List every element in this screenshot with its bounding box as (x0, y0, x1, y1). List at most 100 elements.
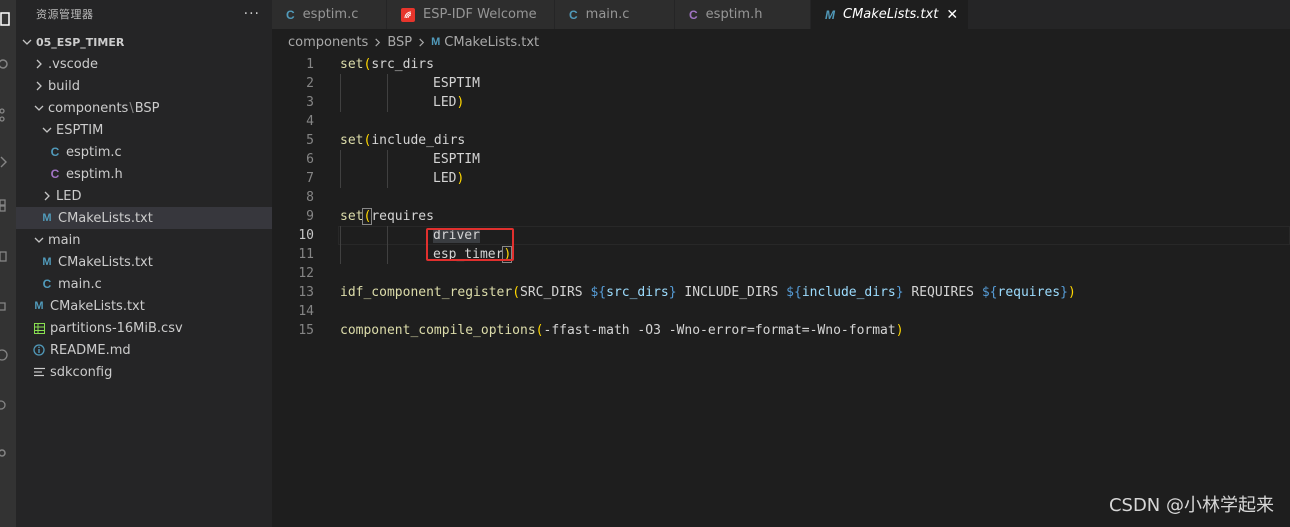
line-number: 14 (298, 304, 314, 319)
line-code: component_compile_options(-ffast-math -O… (340, 321, 904, 340)
chevron-right-icon[interactable] (32, 79, 46, 93)
code-line[interactable]: 1 set(src_dirs (272, 55, 1290, 74)
code-token: INCLUDE_DIRS (676, 285, 787, 300)
run-debug-icon[interactable] (0, 155, 16, 169)
breadcrumb: components BSP M CMakeLists.txt (272, 29, 1290, 55)
tree-file-cmakelists-txt[interactable]: M CMakeLists.txt (16, 251, 272, 273)
tree-file-cmakelists-txt[interactable]: M CMakeLists.txt (16, 207, 272, 229)
code-line[interactable]: 2 ESPTIM (272, 74, 1290, 93)
code-line[interactable]: 11 esp_timer) (272, 245, 1290, 264)
line-number: 15 (298, 323, 314, 338)
tree-item-label: .vscode (48, 56, 98, 72)
tree-file-cmakelists-txt[interactable]: M CMakeLists.txt (16, 295, 272, 317)
code-editor[interactable]: 1 set(src_dirs 2 ESPTIM 3 LED) 4 5 set(include_d… (272, 55, 1290, 340)
code-line[interactable]: 5 set(include_dirs (272, 131, 1290, 150)
cmake-file-icon: M (34, 300, 44, 312)
chevron-right-icon[interactable] (40, 189, 54, 203)
code-token: ( (535, 323, 544, 338)
tree-file-partitions-16mib-csv[interactable]: partitions-16MiB.csv (16, 317, 272, 339)
explorer-header: 资源管理器 ··· (16, 0, 272, 28)
esp-idf-icon[interactable] (0, 348, 16, 362)
watermark: CSDN @小林学起来 (1108, 495, 1274, 516)
indent-guide (340, 245, 341, 264)
code-line[interactable]: 6 ESPTIM (272, 150, 1290, 169)
tree-item-label: README.md (50, 342, 131, 358)
source-control-icon[interactable] (0, 108, 16, 122)
code-line[interactable]: 8 (272, 188, 1290, 207)
remote-icon[interactable] (0, 250, 16, 264)
tree-file-sdkconfig[interactable]: sdkconfig (16, 361, 272, 383)
tree-file-main-c[interactable]: Cmain.c (16, 273, 272, 295)
line-number: 3 (306, 95, 314, 110)
tree-folder-components[interactable]: components \ BSP (16, 97, 272, 119)
settings-gear-icon[interactable] (0, 446, 16, 460)
code-token: src_dirs (371, 57, 434, 72)
indent-guide (340, 74, 341, 93)
search-icon[interactable] (0, 58, 16, 72)
code-line[interactable]: 4 (272, 112, 1290, 131)
code-token: ( (512, 285, 521, 300)
code-token: -ffast-math -O3 -Wno-error=format=-Wno-f… (543, 323, 896, 338)
tree-file-esptim-h[interactable]: Cesptim.h (16, 163, 272, 185)
indent-guide (386, 226, 388, 245)
extensions-icon[interactable] (0, 198, 16, 212)
chevron-down-icon[interactable] (20, 35, 34, 49)
code-token: requires (371, 209, 434, 224)
tree-item-label: esptim.c (66, 144, 122, 160)
more-actions-icon[interactable]: ··· (244, 6, 260, 22)
code-token: LED (433, 95, 457, 110)
activity-bar (0, 0, 16, 527)
files-icon[interactable] (0, 12, 16, 26)
c-file-icon: C (50, 145, 60, 159)
tab-esptim-c[interactable]: Cesptim.c (272, 0, 387, 29)
tab-label: esptim.c (302, 7, 359, 22)
line-code: ESPTIM (433, 150, 480, 169)
info-file-icon (32, 344, 46, 356)
tree-item-label: CMakeLists.txt (58, 254, 153, 270)
tree-folder-main[interactable]: main (16, 229, 272, 251)
tree-folder-05-esp-timer[interactable]: 05_ESP_TIMER (16, 31, 272, 53)
tab-esp-idf-welcome[interactable]: ESP-IDF Welcome (387, 0, 555, 29)
code-token: ESPTIM (433, 76, 480, 91)
code-token: set (340, 57, 364, 72)
breadcrumb-bsp[interactable]: BSP (387, 35, 412, 50)
code-line[interactable]: 7 LED) (272, 169, 1290, 188)
chevron-right-icon[interactable] (32, 57, 46, 71)
code-line[interactable]: 15 component_compile_options(-ffast-math … (272, 321, 1290, 340)
tree-folder-build[interactable]: build (16, 75, 272, 97)
tab-cmakelists-txt[interactable]: M CMakeLists.txt ✕ (811, 0, 970, 29)
c-file-icon: C (42, 277, 52, 291)
code-token: include_dirs (801, 285, 896, 300)
timeline-icon[interactable] (0, 398, 16, 412)
code-line[interactable]: 9 set(requires (272, 207, 1290, 226)
tab-main-c[interactable]: Cmain.c (555, 0, 675, 29)
chevron-down-icon[interactable] (40, 123, 54, 137)
code-line[interactable]: 14 (272, 302, 1290, 321)
indent-guide (340, 93, 341, 112)
code-line[interactable]: 13 idf_component_register(SRC_DIRS ${src_… (272, 283, 1290, 302)
tree-folder-esptim[interactable]: ESPTIM (16, 119, 272, 141)
tree-item-label-compact: BSP (134, 100, 160, 116)
code-line[interactable]: 12 (272, 264, 1290, 283)
tree-folder-led[interactable]: LED (16, 185, 272, 207)
breadcrumb-file[interactable]: CMakeLists.txt (444, 35, 539, 50)
chevron-down-icon[interactable] (32, 101, 46, 115)
tree-file-esptim-c[interactable]: Cesptim.c (16, 141, 272, 163)
tree-file-readme-md[interactable]: README.md (16, 339, 272, 361)
line-number: 11 (298, 247, 314, 262)
chevron-down-icon[interactable] (32, 233, 46, 247)
tree-folder--vscode[interactable]: .vscode (16, 53, 272, 75)
indent-guide (386, 169, 388, 188)
code-token: SRC_DIRS (520, 285, 591, 300)
breadcrumb-components[interactable]: components (288, 35, 368, 50)
tab-esptim-h[interactable]: Cesptim.h (675, 0, 811, 29)
code-token: } (895, 285, 904, 300)
line-code: set(src_dirs (340, 55, 434, 74)
c-file-icon: C (286, 7, 295, 22)
testing-icon[interactable] (0, 300, 16, 314)
code-line[interactable]: 3 LED) (272, 93, 1290, 112)
h-file-icon: C (50, 167, 60, 181)
code-line[interactable]: 10 driver (272, 226, 1290, 245)
close-icon[interactable]: ✕ (946, 7, 958, 23)
esp-idf-icon (401, 7, 415, 22)
